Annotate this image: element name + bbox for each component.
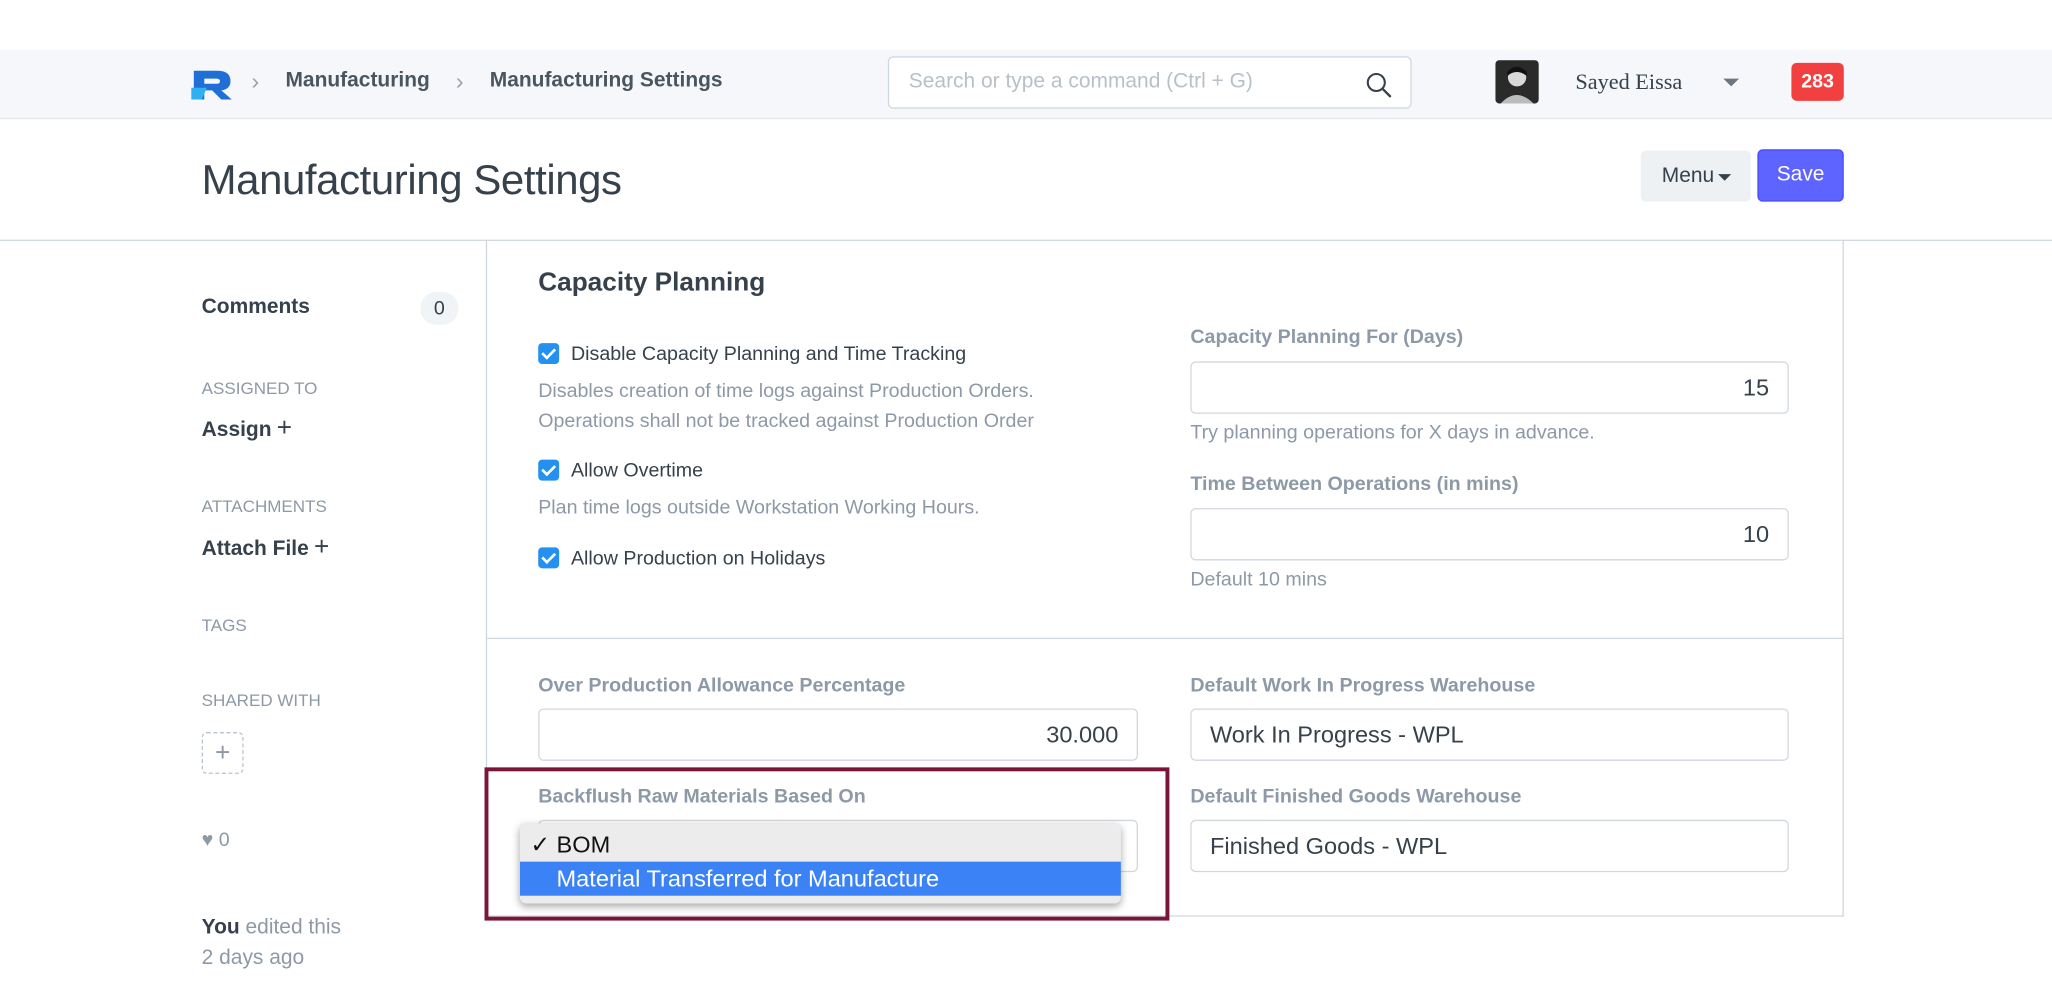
section-title-capacity-planning: Capacity Planning [538,268,766,298]
assigned-to-heading: ASSIGNED TO [201,378,318,399]
checkbox-checked-icon[interactable] [538,547,560,569]
help-line-1: Disables creation of time logs against P… [538,379,1034,403]
comments-link[interactable]: Comments [202,296,310,320]
capacity-planning-days-input[interactable]: 15 [1190,361,1789,414]
user-avatar[interactable] [1495,60,1539,104]
help-line-2: Operations shall not be tracked against … [538,409,1034,433]
dropdown-option-label: Material Transferred for Manufacture [556,865,940,892]
time-between-operations-help: Default 10 mins [1190,568,1327,591]
breadcrumb-manufacturing-settings[interactable]: Manufacturing Settings [490,69,723,93]
attach-file-label: Attach File [201,538,309,561]
allow-overtime-checkbox[interactable]: Allow Overtime [538,459,704,482]
disable-capacity-planning-help: Disables creation of time logs against P… [538,376,1034,436]
assign-button[interactable]: Assign + [202,414,292,444]
tags-heading: TAGS [201,615,247,636]
avatar-image [1495,60,1539,104]
likes-count: 0 [218,828,230,852]
notification-badge[interactable]: 283 [1791,62,1844,101]
assign-label: Assign [201,419,272,442]
menu-button[interactable]: Menu [1640,150,1751,202]
caret-down-icon [1718,174,1732,181]
over-production-allowance-label: Over Production Allowance Percentage [538,674,906,697]
allow-overtime-help: Plan time logs outside Workstation Worki… [538,496,980,519]
breadcrumb-manufacturing[interactable]: Manufacturing [285,69,429,93]
default-wip-warehouse-label: Default Work In Progress Warehouse [1190,674,1536,697]
disable-capacity-planning-label: Disable Capacity Planning and Time Track… [570,343,967,366]
dropdown-option-label: BOM [556,831,611,858]
search-bar [887,56,1412,109]
plus-icon: + [314,532,330,562]
checkbox-checked-icon[interactable] [538,459,560,481]
attach-file-button[interactable]: Attach File + [202,533,330,563]
heart-icon: ♥ [201,828,214,852]
menu-button-label: Menu [1661,164,1715,188]
navbar: › Manufacturing › Manufacturing Settings… [0,49,2052,120]
time-between-operations-label: Time Between Operations (in mins) [1190,472,1519,495]
edit-text: edited this [245,916,342,939]
edit-actor: You [201,916,240,939]
backflush-dropdown-menu: ✓ BOM Material Transferred for Manufactu… [519,823,1121,904]
breadcrumb-separator-icon: › [251,68,260,95]
time-between-operations-input[interactable]: 10 [1190,508,1789,561]
attachments-heading: ATTACHMENTS [201,496,327,516]
user-name[interactable]: Sayed Eissa [1575,69,1682,95]
allow-production-on-holidays-checkbox[interactable]: Allow Production on Holidays [538,547,826,570]
checkmark-icon: ✓ [530,831,551,858]
section-divider [487,637,1843,640]
add-share-button[interactable]: + [201,732,244,774]
user-menu-caret-icon[interactable] [1723,78,1740,87]
app-logo-icon[interactable] [191,67,236,101]
default-fg-warehouse-label: Default Finished Goods Warehouse [1190,785,1522,808]
allow-overtime-label: Allow Overtime [570,459,704,482]
allow-production-on-holidays-label: Allow Production on Holidays [570,547,826,570]
likes[interactable]: ♥ 0 [202,829,230,851]
search-input[interactable] [890,58,1362,107]
over-production-allowance-input[interactable]: 30.000 [538,708,1138,761]
edit-time: 2 days ago [201,946,305,970]
disable-capacity-planning-checkbox[interactable]: Disable Capacity Planning and Time Track… [538,343,966,365]
capacity-planning-days-label: Capacity Planning For (Days) [1190,326,1464,349]
plus-icon: + [276,413,293,443]
capacity-planning-days-help: Try planning operations for X days in ad… [1190,421,1595,444]
page-title: Manufacturing Settings [201,155,622,203]
default-fg-warehouse-input[interactable]: Finished Goods - WPL [1190,819,1789,873]
search-icon[interactable] [1366,72,1392,98]
dropdown-option-bom[interactable]: ✓ BOM [520,828,1121,862]
save-button[interactable]: Save [1757,149,1844,202]
default-wip-warehouse-input[interactable]: Work In Progress - WPL [1190,708,1789,761]
shared-with-heading: SHARED WITH [201,690,321,710]
checkbox-checked-icon[interactable] [538,343,560,365]
comments-count-badge: 0 [420,292,459,325]
page: › Manufacturing › Manufacturing Settings… [0,0,2052,1008]
last-edit-note: You edited this 2 days ago [202,913,341,973]
dropdown-option-material-transferred[interactable]: Material Transferred for Manufacture [519,861,1121,896]
breadcrumb-separator-icon: › [455,68,464,95]
